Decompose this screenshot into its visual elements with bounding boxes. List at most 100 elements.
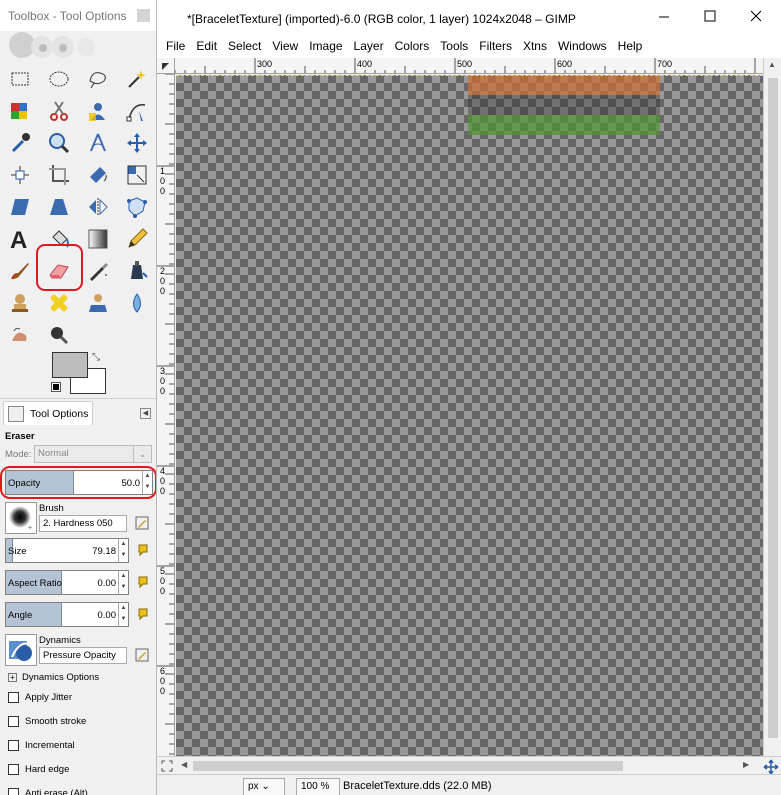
checkbox-row[interactable]: Incremental (8, 740, 75, 751)
reset-aspect-ratio-icon[interactable] (136, 575, 150, 589)
color-picker-tool[interactable] (8, 131, 32, 155)
fuzzy-select-icon (128, 70, 146, 88)
horizontal-scrollbar[interactable]: ◀ ▶ (157, 756, 781, 775)
angle-spinscale[interactable]: Angle 0.00 ▲ ▼ (5, 602, 129, 627)
size-spinscale[interactable]: Size 79.18 ▲ ▼ (5, 538, 129, 563)
ruler-top[interactable]: 300 400 500 600 700 (175, 58, 763, 74)
minimize-icon[interactable] (657, 9, 671, 23)
paths-tool[interactable] (125, 99, 149, 123)
menu-colors[interactable]: Colors (395, 39, 430, 53)
fg-bg-colors[interactable]: ⤡ (51, 352, 106, 394)
menu-image[interactable]: Image (309, 39, 342, 53)
heal-tool[interactable] (47, 291, 71, 315)
horizontal-scroll-thumb[interactable] (193, 761, 623, 771)
swap-colors-icon[interactable]: ⤡ (92, 352, 100, 363)
dynamics-name-field[interactable]: Pressure Opacity (39, 647, 127, 664)
edit-brush-icon[interactable] (135, 516, 149, 530)
checkbox-row[interactable]: Smooth stroke (8, 716, 86, 727)
checkbox[interactable] (8, 740, 19, 751)
menu-help[interactable]: Help (618, 39, 643, 53)
ruler-left-label: 200 (160, 266, 165, 296)
default-colors-icon[interactable] (51, 382, 61, 392)
toolbox-window: Toolbox - Tool Options A ⤡ Tool Options … (0, 0, 157, 795)
checkbox-row[interactable]: Apply Jitter (8, 692, 72, 703)
menu-edit[interactable]: Edit (196, 39, 217, 53)
select-by-color-tool[interactable] (8, 99, 32, 123)
blend-tool[interactable] (86, 227, 110, 251)
cage-transform-tool[interactable] (125, 195, 149, 219)
flip-tool[interactable] (86, 195, 110, 219)
menu-windows[interactable]: Windows (558, 39, 607, 53)
vertical-scroll-thumb[interactable] (768, 78, 778, 738)
pencil-tool[interactable] (125, 227, 149, 251)
shear-tool[interactable] (8, 195, 32, 219)
scroll-left-icon[interactable]: ◀ (181, 760, 187, 769)
close-icon[interactable] (749, 9, 763, 23)
perspective-clone-tool[interactable] (86, 291, 110, 315)
ruler-left-label: 500 (160, 566, 165, 596)
menu-select[interactable]: Select (228, 39, 261, 53)
clone-icon (12, 294, 28, 312)
rotate-tool[interactable] (86, 163, 110, 187)
foreground-select-tool[interactable] (86, 99, 110, 123)
free-select-tool[interactable] (86, 67, 110, 91)
aspect-ratio-stepper[interactable]: ▲ ▼ (118, 571, 128, 594)
checkbox[interactable] (8, 716, 19, 727)
measure-tool[interactable] (86, 131, 110, 155)
maximize-icon[interactable] (703, 9, 717, 23)
blur-sharpen-tool[interactable] (125, 291, 149, 315)
move-tool[interactable] (125, 131, 149, 155)
align-tool[interactable] (8, 163, 32, 187)
text-tool[interactable]: A (8, 227, 32, 251)
scroll-right-icon[interactable]: ▶ (743, 760, 749, 769)
reset-size-icon[interactable] (136, 543, 150, 557)
ruler-left[interactable]: 100 200 300 400 500 600 (157, 74, 175, 756)
ruler-corner[interactable] (157, 58, 175, 74)
vertical-scrollbar[interactable]: ▲ (763, 58, 781, 756)
reset-angle-icon[interactable] (136, 607, 150, 621)
ink-tool[interactable] (125, 259, 149, 283)
checkbox[interactable] (8, 764, 19, 775)
menu-tools[interactable]: Tools (440, 39, 468, 53)
ellipse-select-tool[interactable] (47, 67, 71, 91)
size-stepper[interactable]: ▲ ▼ (118, 539, 128, 562)
navigate-corner-icon[interactable] (161, 760, 173, 772)
checkbox[interactable] (8, 788, 19, 795)
clone-tool[interactable] (8, 291, 32, 315)
menu-filters[interactable]: Filters (479, 39, 512, 53)
menu-layer[interactable]: Layer (354, 39, 384, 53)
checkbox-row[interactable]: Anti erase (Alt) (8, 788, 88, 795)
unit-select[interactable]: px ⌄ (243, 778, 285, 795)
brush-name-field[interactable]: 2. Hardness 050 (39, 515, 127, 532)
edit-dynamics-icon[interactable] (135, 648, 149, 662)
scale-tool[interactable] (125, 163, 149, 187)
crop-tool[interactable] (47, 163, 71, 187)
zoom-tool[interactable] (47, 131, 71, 155)
scissors-select-tool[interactable] (47, 99, 71, 123)
angle-stepper[interactable]: ▲ ▼ (118, 603, 128, 626)
tab-tool-options[interactable]: Tool Options (3, 401, 93, 425)
perspective-tool[interactable] (47, 195, 71, 219)
airbrush-tool[interactable] (86, 259, 110, 283)
menu-view[interactable]: View (272, 39, 298, 53)
navigate-icon[interactable] (763, 759, 779, 775)
paintbrush-tool[interactable] (8, 259, 32, 283)
checkbox-row[interactable]: Hard edge (8, 764, 69, 775)
checkbox[interactable] (8, 692, 19, 703)
scroll-up-icon[interactable]: ▲ (768, 60, 776, 69)
menu-file[interactable]: File (166, 39, 185, 53)
menu-xtns[interactable]: Xtns (523, 39, 547, 53)
dynamics-options-expander[interactable]: + Dynamics Options (8, 672, 99, 683)
rect-select-tool[interactable] (8, 67, 32, 91)
zoom-select[interactable]: 100 % ⌄ (296, 778, 340, 795)
fuzzy-select-tool[interactable] (125, 67, 149, 91)
aspect-ratio-spinscale[interactable]: Aspect Ratio 0.00 ▲ ▼ (5, 570, 129, 595)
tab-menu-button[interactable]: ◀ (140, 408, 151, 419)
image-canvas[interactable] (176, 75, 763, 756)
dodge-burn-tool[interactable] (47, 323, 71, 347)
foreground-color-swatch[interactable] (52, 352, 88, 378)
smudge-tool[interactable] (8, 323, 32, 347)
dynamics-preview[interactable] (5, 634, 37, 666)
toolbox-close-button[interactable] (137, 9, 150, 22)
brush-preview[interactable]: + (5, 502, 37, 534)
